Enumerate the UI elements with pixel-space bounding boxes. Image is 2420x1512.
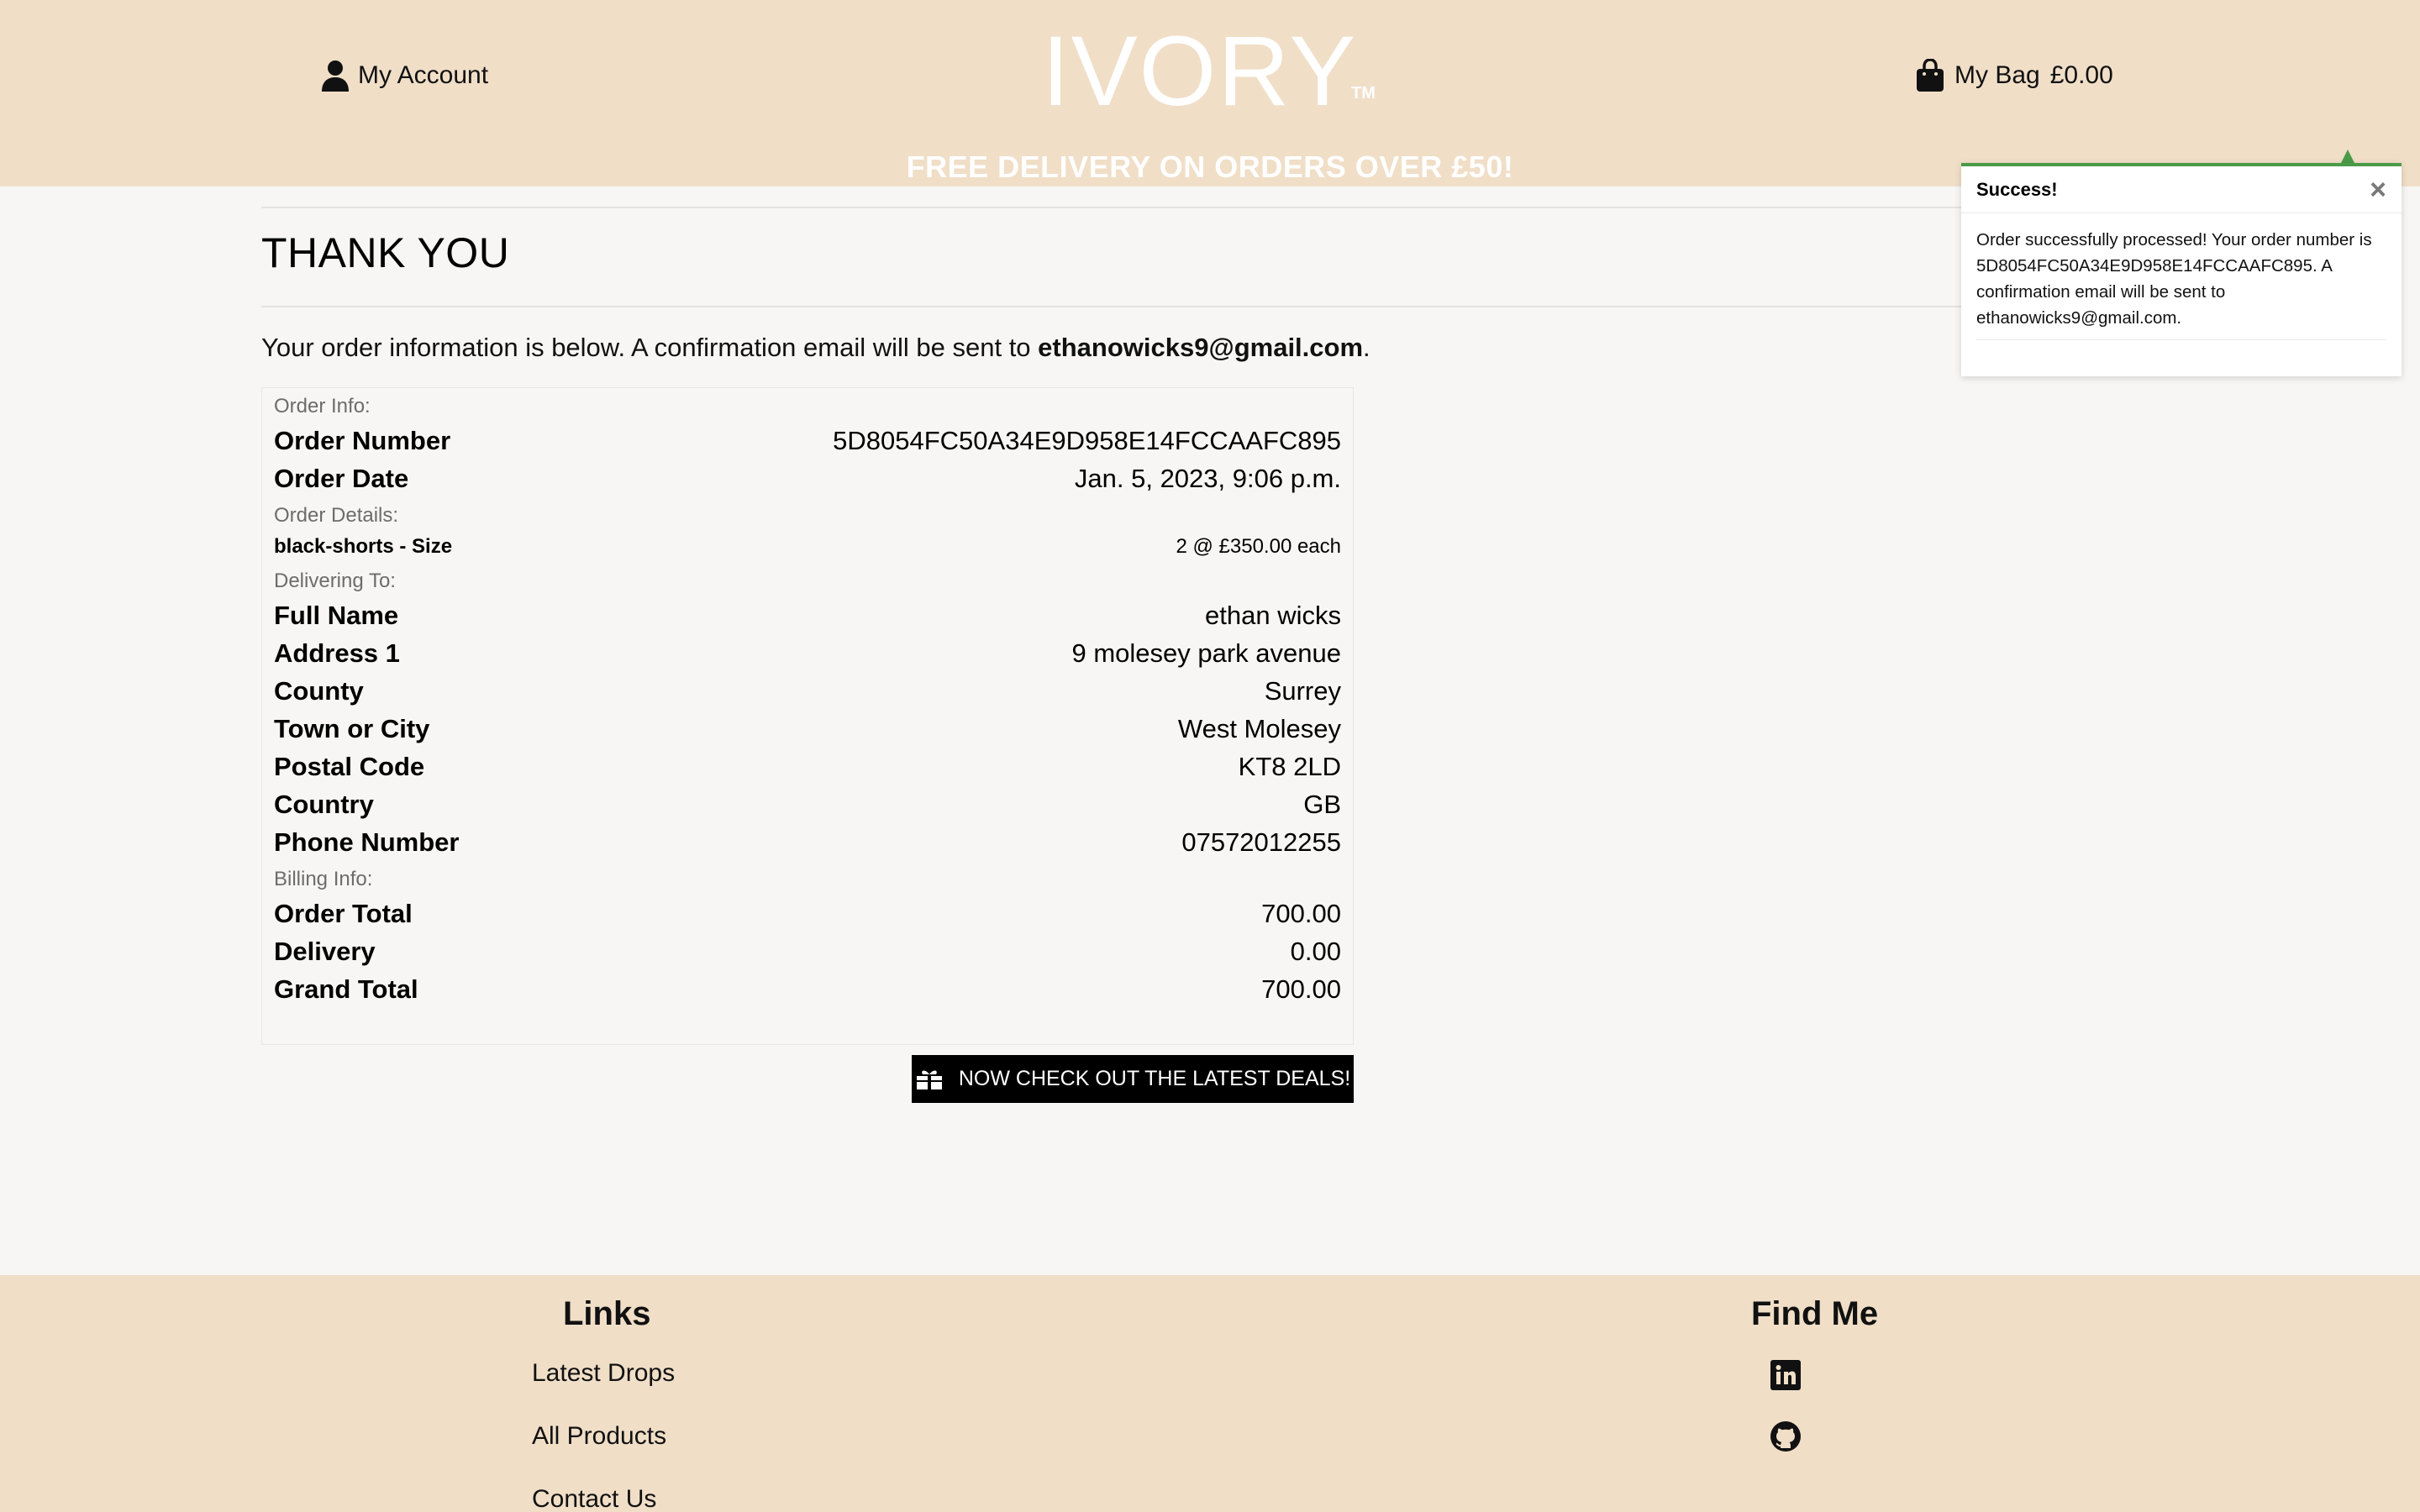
row-postcode: Postal Code KT8 2LD bbox=[274, 748, 1341, 785]
delivery-label: Delivery bbox=[274, 936, 376, 966]
latest-deals-button[interactable]: NOW CHECK OUT THE LATEST DEALS! bbox=[912, 1055, 1354, 1103]
grand-total-label: Grand Total bbox=[274, 974, 418, 1004]
postcode-label: Postal Code bbox=[274, 751, 425, 781]
country-value: GB bbox=[1303, 789, 1341, 819]
full-name-value: ethan wicks bbox=[1205, 600, 1341, 630]
address1-value: 9 molesey park avenue bbox=[1071, 638, 1341, 668]
toast-divider bbox=[1976, 339, 2386, 340]
intro-email: ethanowicks9@gmail.com bbox=[1038, 333, 1364, 362]
town-label: Town or City bbox=[274, 713, 430, 743]
town-value: West Molesey bbox=[1177, 713, 1341, 743]
row-delivery: Delivery 0.00 bbox=[274, 932, 1341, 970]
footer-link-all-products[interactable]: All Products bbox=[532, 1422, 666, 1451]
site-header: My Account IVORY TM My Bag £0.00 FREE DE… bbox=[0, 0, 2420, 186]
divider bbox=[261, 306, 2194, 307]
row-order-date: Order Date Jan. 5, 2023, 9:06 p.m. bbox=[274, 459, 1341, 497]
shopping-bag-icon bbox=[1917, 59, 1944, 92]
toast-arrow bbox=[2341, 150, 2354, 163]
row-phone: Phone Number 07572012255 bbox=[274, 823, 1341, 861]
item-name: black-shorts - Size bbox=[274, 535, 453, 558]
row-order-total: Order Total 700.00 bbox=[274, 895, 1341, 932]
section-label-delivering-to: Delivering To: bbox=[274, 570, 396, 592]
row-county: County Surrey bbox=[274, 672, 1341, 710]
postcode-value: KT8 2LD bbox=[1238, 751, 1341, 781]
toast-message: Order successfully processed! Your order… bbox=[1976, 230, 2372, 328]
toast-header: Success! × bbox=[1961, 166, 2402, 213]
intro-text: Your order information is below. A confi… bbox=[261, 333, 1039, 362]
delivery-value: 0.00 bbox=[1290, 936, 1341, 966]
site-footer: Links Latest Drops All Products Contact … bbox=[0, 1275, 2420, 1512]
row-full-name: Full Name ethan wicks bbox=[274, 596, 1341, 634]
footer-link-contact-us[interactable]: Contact Us bbox=[532, 1485, 656, 1512]
order-total-label: Order Total bbox=[274, 898, 413, 928]
address1-label: Address 1 bbox=[274, 638, 400, 668]
my-account-link[interactable]: My Account bbox=[321, 57, 488, 94]
order-summary: Order Info: Order Number 5D8054FC50A34E9… bbox=[261, 387, 1354, 1045]
row-order-number: Order Number 5D8054FC50A34E9D958E14FCCAA… bbox=[274, 422, 1341, 459]
find-me-heading: Find Me bbox=[1751, 1295, 1879, 1332]
toast-title: Success! bbox=[1976, 178, 2058, 200]
order-total-value: 700.00 bbox=[1261, 898, 1341, 928]
order-number-value: 5D8054FC50A34E9D958E14FCCAAFC895 bbox=[833, 425, 1341, 455]
divider bbox=[261, 207, 2194, 208]
item-quantity-price: 2 @ £350.00 each bbox=[1176, 535, 1341, 558]
bag-total: £0.00 bbox=[2049, 61, 2113, 89]
footer-link-latest-drops[interactable]: Latest Drops bbox=[532, 1359, 675, 1388]
section-label-billing-info: Billing Info: bbox=[274, 868, 373, 890]
order-date-label: Order Date bbox=[274, 463, 409, 493]
phone-label: Phone Number bbox=[274, 827, 460, 857]
user-icon bbox=[322, 60, 349, 92]
row-country: Country GB bbox=[274, 785, 1341, 823]
row-address1: Address 1 9 molesey park avenue bbox=[274, 634, 1341, 672]
my-bag-link[interactable]: My Bag £0.00 bbox=[1916, 57, 2113, 94]
success-toast: Success! × Order successfully processed!… bbox=[1961, 163, 2402, 376]
gift-icon bbox=[916, 1069, 942, 1089]
phone-value: 07572012255 bbox=[1181, 827, 1341, 857]
linkedin-icon[interactable] bbox=[1770, 1359, 1802, 1391]
full-name-label: Full Name bbox=[274, 600, 399, 630]
latest-deals-label: NOW CHECK OUT THE LATEST DEALS! bbox=[958, 1067, 1351, 1090]
links-heading: Links bbox=[563, 1295, 651, 1332]
section-label-order-details: Order Details: bbox=[274, 504, 399, 527]
github-icon[interactable] bbox=[1770, 1420, 1802, 1452]
grand-total-value: 700.00 bbox=[1261, 974, 1341, 1004]
country-label: Country bbox=[274, 789, 374, 819]
order-date-value: Jan. 5, 2023, 9:06 p.m. bbox=[1074, 463, 1341, 493]
order-intro-text: Your order information is below. A confi… bbox=[261, 333, 1370, 363]
county-value: Surrey bbox=[1264, 675, 1341, 706]
site-logo[interactable]: IVORY bbox=[1042, 17, 1357, 126]
page-title: THANK YOU bbox=[261, 229, 510, 276]
section-label-order-info: Order Info: bbox=[274, 395, 371, 417]
county-label: County bbox=[274, 675, 364, 706]
my-bag-label: My Bag bbox=[1954, 61, 2040, 89]
trademark-symbol: TM bbox=[1351, 84, 1376, 102]
close-icon[interactable]: × bbox=[2370, 176, 2386, 204]
order-number-label: Order Number bbox=[274, 425, 451, 455]
intro-end: . bbox=[1363, 333, 1370, 362]
row-order-item: black-shorts - Size 2 @ £350.00 each bbox=[274, 531, 1341, 563]
my-account-label: My Account bbox=[358, 61, 489, 89]
row-town: Town or City West Molesey bbox=[274, 710, 1341, 748]
row-grand-total: Grand Total 700.00 bbox=[274, 970, 1341, 1008]
